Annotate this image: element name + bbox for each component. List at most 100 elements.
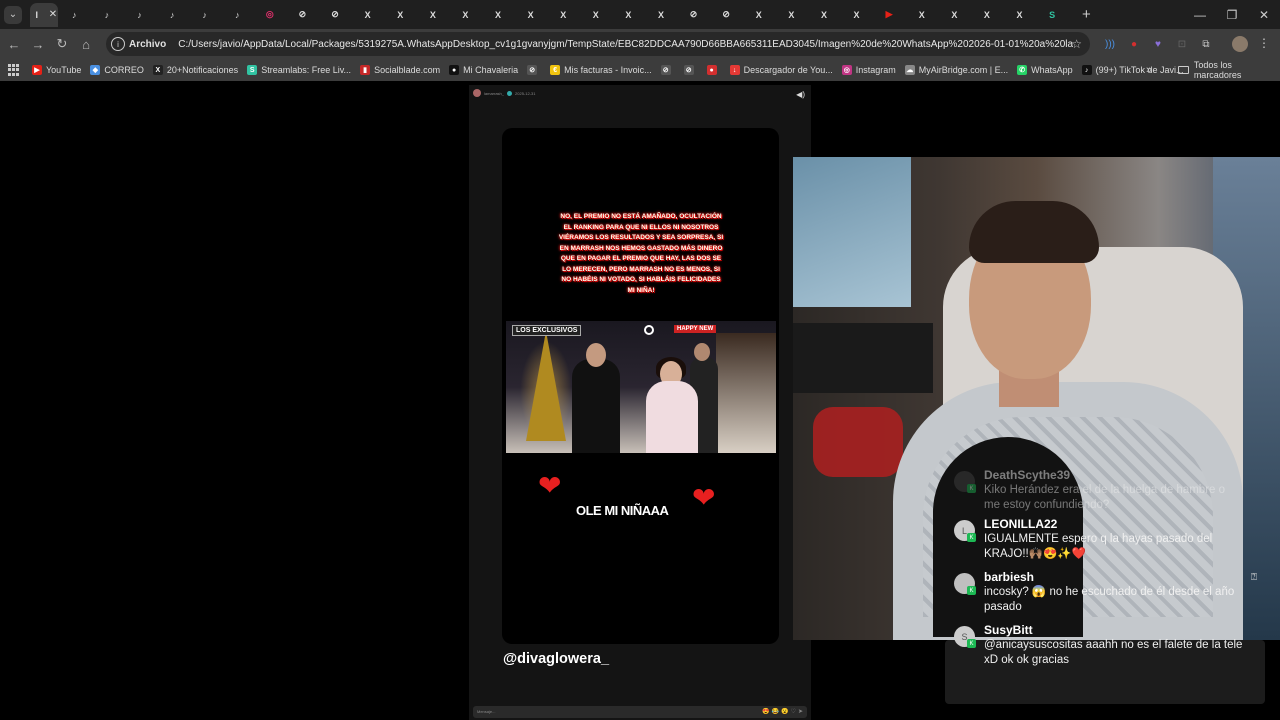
url-text[interactable]: C:/Users/javio/AppData/Local/Packages/53… — [178, 39, 1073, 50]
heart-outline-icon[interactable]: ♡ — [791, 708, 796, 715]
bookmarks-overflow-button[interactable]: » — [1146, 64, 1152, 76]
bookmark-item[interactable]: ● Mi Chavaleria — [449, 65, 518, 75]
message-input[interactable]: Mensaje... 😍 😂 😮 ♡ ➤ — [473, 706, 807, 718]
tab[interactable]: S — [1036, 3, 1069, 27]
video-overlay-text: NO, EL PREMIO NO ESTÁ AMAÑADO, OCULTACIÓ… — [558, 213, 724, 294]
x-icon: X — [820, 9, 827, 20]
tab[interactable]: I ✕ — [30, 2, 58, 27]
tiktok-icon: ♪ — [202, 9, 207, 20]
tab[interactable]: X — [938, 3, 971, 27]
bookmark-favicon-icon: ⊘ — [683, 65, 694, 75]
page-content: lamarrash_ 2025-12-31 ◀) NO, EL PREMIO N… — [0, 81, 1280, 720]
tab[interactable]: ♪ — [221, 3, 254, 27]
tab[interactable]: X — [482, 3, 515, 27]
bookmark-item[interactable]: ▶ YouTube — [32, 65, 81, 75]
bookmark-item[interactable]: ⊘ — [683, 65, 698, 75]
speaker-icon: ◀) — [796, 90, 805, 99]
new-tab-button[interactable]: + — [1074, 6, 1098, 23]
tab[interactable]: X — [514, 3, 547, 27]
apps-grid-icon[interactable] — [8, 64, 20, 76]
tab[interactable]: X — [351, 3, 384, 27]
home-icon[interactable]: ⌂ — [74, 32, 98, 56]
chat-message: K DeathScythe39 Kiko Herández era el de la… — [945, 468, 1265, 513]
bookmark-item[interactable]: ⊘ — [527, 65, 541, 75]
tab[interactable]: X — [612, 3, 645, 27]
bookmark-item[interactable]: ⊘ — [660, 65, 675, 75]
forward-arrow-icon[interactable]: → — [26, 32, 50, 56]
christmas-tree — [526, 331, 566, 441]
scheme-chip: Archivo — [129, 38, 167, 50]
tab[interactable]: X — [580, 3, 613, 27]
bookmark-item[interactable]: ● — [706, 65, 721, 75]
kebab-menu-icon[interactable]: ⋮ — [1258, 36, 1270, 50]
tab[interactable]: ⊘ — [677, 3, 710, 27]
bookmark-label: Socialblade.com — [374, 65, 441, 75]
tab[interactable]: ♪ — [156, 3, 189, 27]
tab[interactable]: X — [645, 3, 678, 27]
tab[interactable]: X — [547, 3, 580, 27]
tab[interactable]: X — [775, 3, 808, 27]
tab[interactable]: X — [449, 3, 482, 27]
tab[interactable]: X — [417, 3, 450, 27]
bookmark-item[interactable]: ◎ Instagram — [841, 65, 896, 75]
tab[interactable]: X — [840, 3, 873, 27]
tab[interactable]: ⊘ — [319, 3, 352, 27]
tab[interactable]: X — [808, 3, 841, 27]
stream-chat: K DeathScythe39 Kiko Herández era el de la… — [945, 468, 1265, 676]
tab[interactable]: ⊘ — [710, 3, 743, 27]
tab[interactable]: X — [1003, 3, 1036, 27]
restore-icon[interactable]: ❐ — [1216, 0, 1248, 29]
extension-icon[interactable]: ● — [1124, 32, 1144, 56]
chat-message: L K LEONILLA22 IGUALMENTE espero q la hayas… — [945, 517, 1265, 562]
emoji-icon[interactable]: 😮 — [781, 708, 788, 715]
tab[interactable]: X — [905, 3, 938, 27]
x-icon: X — [429, 9, 436, 20]
tab[interactable]: X — [384, 3, 417, 27]
bookmark-item[interactable]: ☁ MyAirBridge.com | E... — [904, 65, 1008, 75]
tab[interactable]: ⊘ — [286, 3, 319, 27]
address-bar[interactable]: i Archivo C:/Users/javio/AppData/Local/P… — [106, 32, 1090, 56]
bookmark-item[interactable]: ▮ Socialblade.com — [360, 65, 440, 75]
chat-text: Kiko Herández era el de la huelga de ham… — [984, 484, 1226, 511]
back-arrow-icon[interactable]: ← — [2, 32, 26, 56]
bookmark-item[interactable]: € Mis facturas - Invoic... — [550, 65, 652, 75]
chat-username: DeathScythe39 — [984, 468, 1071, 482]
tab-search-button[interactable]: ⌄ — [0, 3, 26, 27]
bookmark-item[interactable]: ◆ CORREO — [90, 65, 144, 75]
bookmark-item[interactable]: ↓ Descargador de You... — [729, 65, 833, 75]
close-tab-icon[interactable]: ✕ — [49, 9, 57, 20]
tab[interactable]: ♪ — [91, 3, 124, 27]
extension-icon[interactable]: ♥ — [1148, 32, 1168, 56]
report-icon[interactable]: ⍰ — [1251, 572, 1257, 583]
tab[interactable]: ♪ — [123, 3, 156, 27]
all-bookmarks-button[interactable]: Todos los marcadores — [1178, 60, 1280, 80]
tab[interactable]: ♪ — [188, 3, 221, 27]
bookmark-item[interactable]: X 20+Notificaciones — [152, 65, 238, 75]
reload-icon[interactable]: ↻ — [50, 32, 74, 56]
send-icon[interactable]: ➤ — [798, 708, 803, 715]
profile-avatar[interactable] — [1232, 36, 1248, 52]
tab[interactable]: ◎ — [254, 3, 287, 27]
emoji-icon[interactable]: 😍 — [762, 708, 769, 715]
cursor-icon — [644, 325, 654, 335]
bookmark-item[interactable]: ♪ (99+) TikTok de Javi... — [1081, 65, 1183, 75]
tab[interactable]: X — [971, 3, 1004, 27]
bookmark-favicon-icon: ⊘ — [527, 65, 538, 75]
bookmark-favicon-icon: ◆ — [90, 65, 101, 75]
bookmark-item[interactable]: ✆ WhatsApp — [1017, 65, 1073, 75]
browser-toolbar: ← → ↻ ⌂ i Archivo C:/Users/javio/AppData… — [0, 29, 1280, 59]
info-icon[interactable]: i — [111, 37, 125, 51]
tab[interactable]: ▶ — [873, 3, 906, 27]
extension-icon[interactable]: ⊡ — [1172, 32, 1192, 56]
emoji-icon[interactable]: 😂 — [772, 708, 779, 715]
puzzle-icon[interactable]: ⧉ — [1196, 32, 1216, 56]
tab[interactable]: X — [742, 3, 775, 27]
video-caption: OLE MI NIÑAAA — [576, 503, 669, 518]
tab[interactable]: ♪ — [58, 3, 91, 27]
bookmark-item[interactable]: S Streamlabs: Free Liv... — [247, 65, 351, 75]
bookmark-star-icon[interactable]: ☆ — [1071, 37, 1082, 51]
minimize-icon[interactable]: — — [1184, 0, 1216, 29]
extension-icon[interactable]: ))) — [1100, 32, 1120, 56]
bookmark-label: WhatsApp — [1031, 65, 1073, 75]
close-icon[interactable]: ✕ — [1248, 0, 1280, 29]
